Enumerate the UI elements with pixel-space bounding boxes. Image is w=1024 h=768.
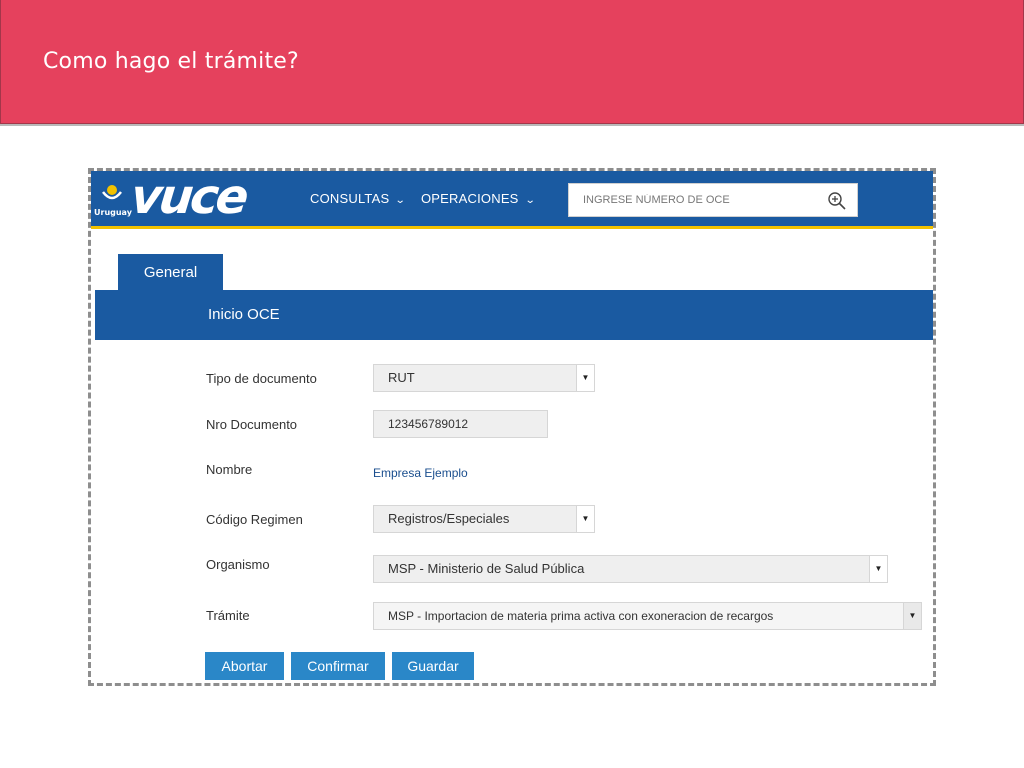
triangle-down-icon: ▼	[869, 556, 887, 582]
triangle-down-icon: ▼	[576, 506, 594, 532]
sun-emblem-icon	[102, 185, 122, 200]
search-input[interactable]	[569, 184, 819, 216]
zoom-in-icon[interactable]	[827, 191, 847, 211]
tramite-label: Trámite	[206, 608, 250, 623]
app-topbar: Uruguay vuce CONSULTAS ⌄ OPERACIONES ⌄	[91, 171, 933, 229]
section-title: Inicio OCE	[208, 306, 280, 323]
codigo-regimen-select[interactable]: Registros/Especiales ▼	[373, 505, 595, 533]
tramite-select[interactable]: MSP - Importacion de materia prima activ…	[373, 602, 922, 630]
slide-header: Como hago el trámite?	[0, 0, 1024, 124]
vuce-logo[interactable]: vuce	[128, 171, 248, 225]
logo-country: Uruguay	[94, 208, 132, 217]
confirmar-button[interactable]: Confirmar	[291, 652, 385, 680]
triangle-down-icon: ▼	[576, 365, 594, 391]
nav-operaciones[interactable]: OPERACIONES ⌄	[421, 191, 536, 206]
guardar-button[interactable]: Guardar	[392, 652, 474, 680]
nombre-label: Nombre	[206, 462, 253, 477]
chevron-down-icon: ⌄	[524, 195, 536, 206]
organismo-value: MSP - Ministerio de Salud Pública	[388, 561, 585, 576]
codigo-regimen-label: Código Regimen	[206, 512, 303, 527]
triangle-down-icon: ▼	[903, 603, 921, 629]
slide-title: Como hago el trámite?	[43, 49, 299, 74]
vuce-screenshot: Uruguay vuce CONSULTAS ⌄ OPERACIONES ⌄ Gen…	[88, 168, 936, 686]
section-header: Inicio OCE	[95, 290, 933, 340]
organismo-select[interactable]: MSP - Ministerio de Salud Pública ▼	[373, 555, 888, 583]
tipo-documento-label: Tipo de documento	[206, 371, 317, 386]
nav-operaciones-label: OPERACIONES	[421, 191, 519, 206]
abortar-button[interactable]: Abortar	[205, 652, 284, 680]
nro-documento-label: Nro Documento	[206, 417, 298, 432]
organismo-label: Organismo	[206, 557, 270, 572]
chevron-down-icon: ⌄	[395, 195, 407, 206]
search-box	[568, 183, 858, 217]
tramite-value: MSP - Importacion de materia prima activ…	[388, 609, 774, 623]
nro-documento-field[interactable]: 123456789012	[373, 410, 548, 438]
tipo-documento-value: RUT	[388, 370, 415, 385]
codigo-regimen-value: Registros/Especiales	[388, 511, 510, 526]
nombre-value: Empresa Ejemplo	[373, 466, 468, 480]
nav-consultas[interactable]: CONSULTAS ⌄	[310, 191, 407, 206]
tab-general[interactable]: General	[118, 254, 223, 291]
nav-consultas-label: CONSULTAS	[310, 191, 390, 206]
tipo-documento-select[interactable]: RUT ▼	[373, 364, 595, 392]
